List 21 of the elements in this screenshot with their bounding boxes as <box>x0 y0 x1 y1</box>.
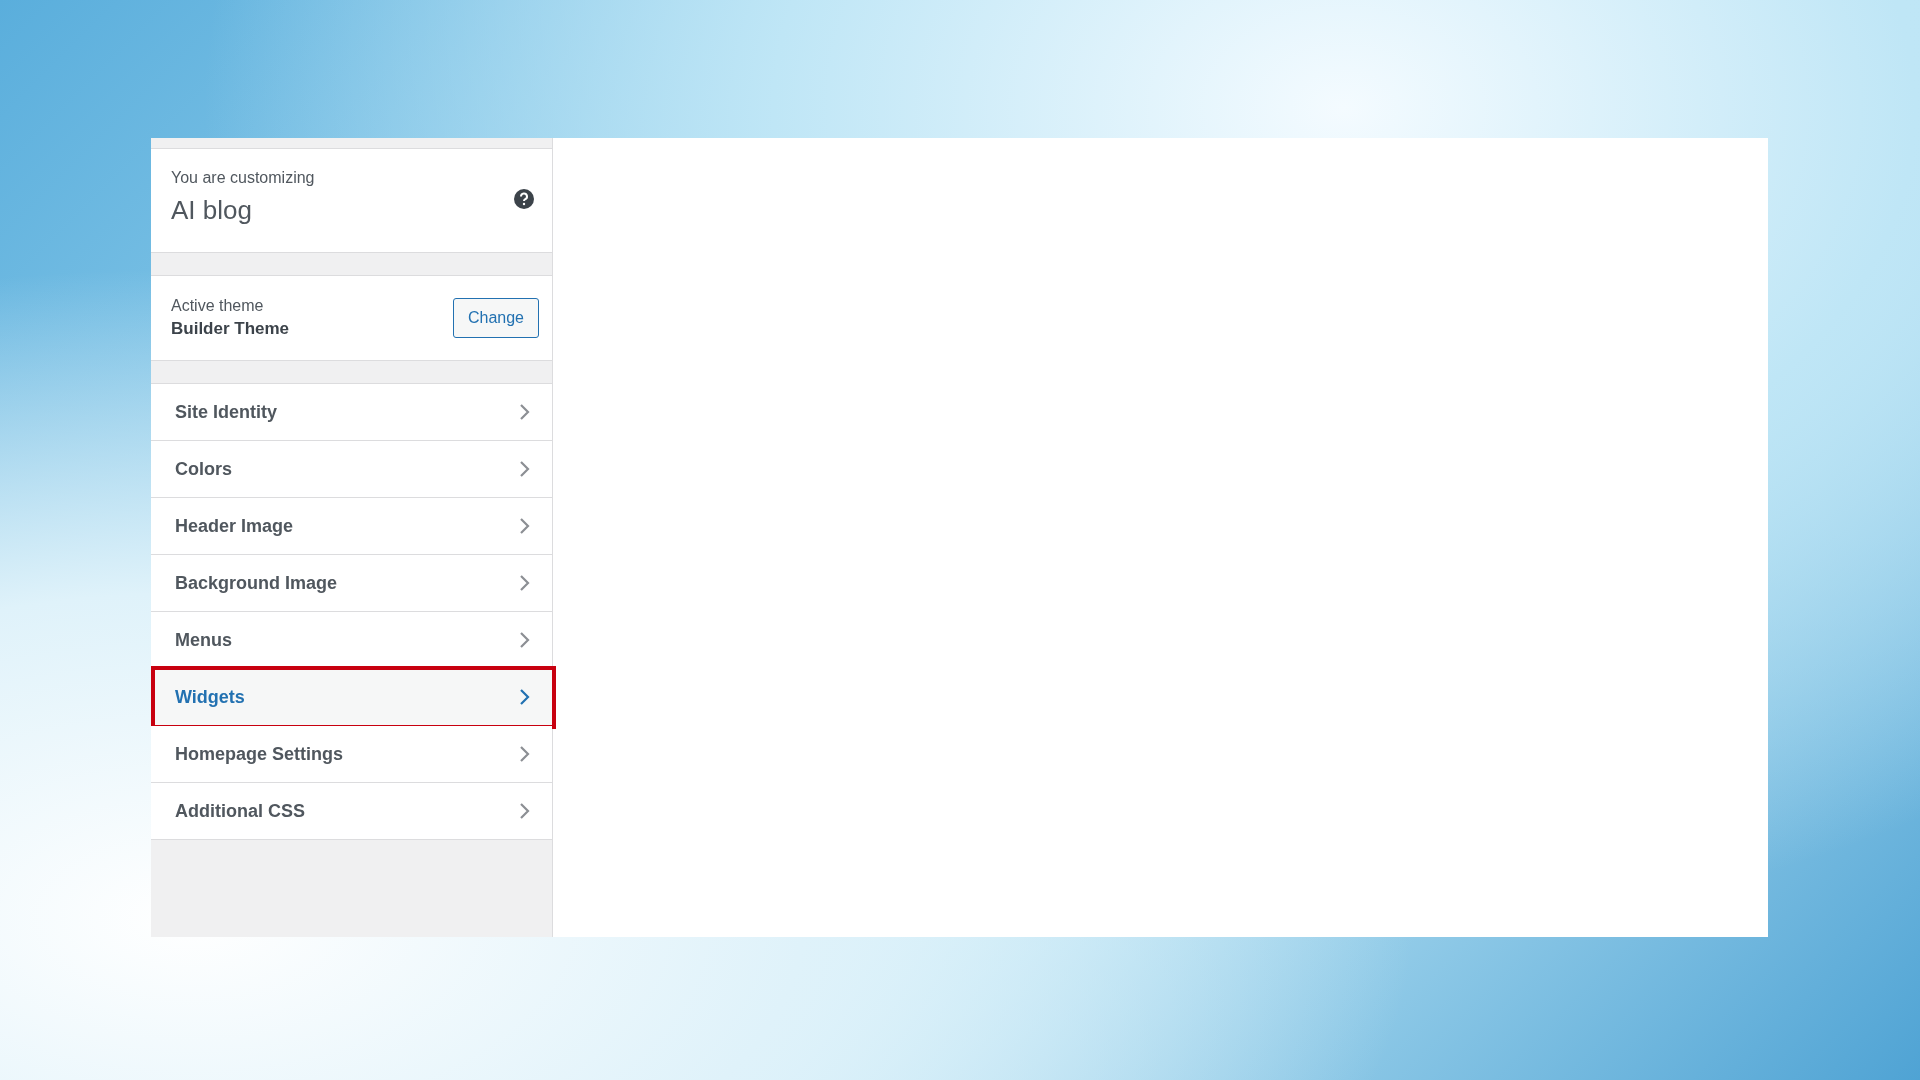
section-item[interactable]: Additional CSS <box>151 783 552 840</box>
site-title: AI blog <box>171 195 253 226</box>
chevron-right-icon <box>519 574 531 592</box>
change-button[interactable]: Change <box>452 298 539 338</box>
theme-name: Builder Theme <box>171 319 290 339</box>
active-theme-label: Active theme <box>171 297 265 315</box>
chevron-right-icon <box>519 688 531 706</box>
help-icon[interactable] <box>514 189 534 209</box>
chevron-right-icon <box>519 745 531 763</box>
section-item[interactable]: Menus <box>151 612 552 669</box>
customizing-label: You are customizing <box>171 169 315 187</box>
section-item[interactable]: Background Image <box>151 555 552 612</box>
chevron-right-icon <box>519 631 531 649</box>
section-item[interactable]: Header Image <box>151 498 552 555</box>
section-item[interactable]: Site Identity <box>151 384 552 441</box>
section-item[interactable]: Homepage Settings <box>151 726 552 783</box>
chevron-right-icon <box>519 403 531 421</box>
chevron-right-icon <box>519 802 531 820</box>
chevron-right-icon <box>519 517 531 535</box>
chevron-right-icon <box>519 460 531 478</box>
section-item[interactable]: Colors <box>151 441 552 498</box>
